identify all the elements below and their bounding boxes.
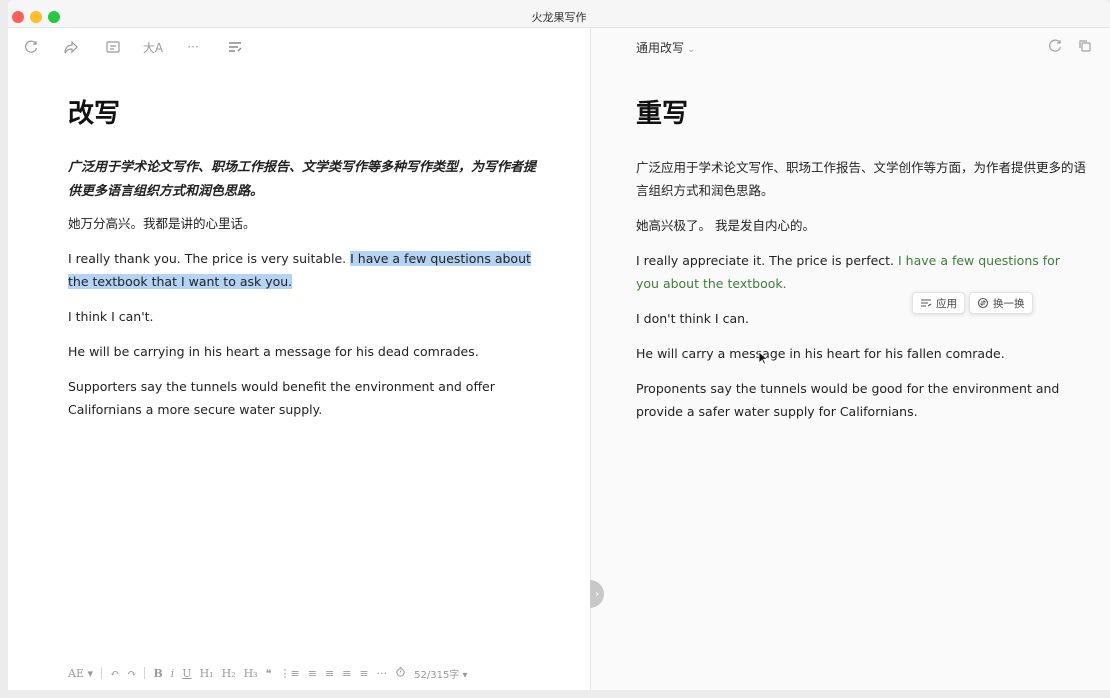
divider (101, 667, 102, 679)
swap-icon (977, 297, 989, 309)
rewrite-paragraph: I really appreciate it. The price is per… (636, 249, 1086, 295)
share-icon[interactable] (62, 38, 80, 56)
ordered-list-button[interactable]: ⋮≡ (280, 667, 300, 680)
rewrite-paragraph: 广泛应用于学术论文写作、职场工作报告、文学创作等方面，为作者提供更多的语言组织方… (636, 160, 1087, 198)
more-format-button[interactable]: ··· (377, 667, 388, 680)
paragraph[interactable]: 她万分高兴。我都是讲的心里话。 (68, 212, 538, 235)
paragraph-text[interactable]: I really thank you. The price is very su… (68, 251, 350, 266)
align-left-button[interactable]: ≡ (325, 667, 334, 680)
copy-icon[interactable] (1077, 38, 1095, 56)
paragraph[interactable]: I think I can't. (68, 305, 538, 328)
paragraph[interactable]: Supporters say the tunnels would benefit… (68, 375, 538, 421)
redo-button[interactable]: ↷ (127, 667, 136, 680)
rewrite-paragraph: 她高兴极了。 我是发自内心的。 (636, 218, 815, 233)
undo-button[interactable]: ↶ (110, 667, 119, 680)
align-right-button[interactable]: ≡ (359, 667, 368, 680)
chevron-right-icon: › (595, 588, 599, 600)
paragraph[interactable]: I really thank you. The price is very su… (68, 247, 538, 293)
rewrite-content: 重写 广泛应用于学术论文写作、职场工作报告、文学创作等方面，为作者提供更多的语言… (636, 93, 1086, 435)
divider (144, 667, 146, 679)
swap-label: 换一换 (993, 297, 1025, 310)
title-bar: 火龙果写作 (8, 0, 1110, 28)
quote-button[interactable]: ❝ (266, 667, 272, 680)
rewrite-paragraph: He will carry a message in his heart for… (636, 346, 1005, 361)
heading1-button[interactable]: H₁ (200, 667, 214, 680)
rewrite-text: I really appreciate it. The price is per… (636, 253, 899, 268)
mouse-cursor-icon (758, 351, 768, 365)
paragraph[interactable]: He will be carrying in his heart a messa… (68, 340, 538, 363)
italic-button[interactable]: i (171, 667, 175, 680)
mail-icon[interactable] (104, 38, 122, 56)
document-content[interactable]: 改写 广泛用于学术论文写作、职场工作报告、文学类写作等多种写作类型，为写作者提供… (68, 93, 538, 433)
format-toolbar: AE ▾ ↶ ↷ B i U H₁ H₂ H₃ ❝ ⋮≡ ≡ ≡ ≡ ≡ ···… (68, 664, 468, 682)
heading2-button[interactable]: H₂ (222, 667, 236, 680)
heading3-button[interactable]: H₃ (244, 667, 258, 680)
style-dropdown[interactable]: AE ▾ (68, 667, 93, 680)
suggestion-popup: 应用 换一换 (912, 292, 1033, 314)
document-subtitle[interactable]: 广泛用于学术论文写作、职场工作报告、文学类写作等多种写作类型，为写作者提供更多语… (68, 156, 538, 204)
refresh-icon[interactable] (22, 38, 40, 56)
font-size-icon[interactable]: 大A (142, 38, 164, 56)
unordered-list-button[interactable]: ≡ (308, 667, 317, 680)
rewrite-pane: 通用改写 ⌄ 重写 广泛应用于学术论文写作、职场工作报告、文学创作等方面，为作者提… (590, 28, 1110, 690)
apply-icon (921, 299, 932, 307)
format-icon[interactable] (226, 38, 244, 56)
rewrite-mode-label: 通用改写 (636, 41, 685, 55)
align-center-button[interactable]: ≡ (342, 667, 351, 680)
swap-button[interactable]: 换一换 (969, 292, 1033, 314)
rewrite-title: 重写 (636, 99, 689, 129)
timer-icon[interactable] (395, 666, 406, 680)
window-title: 火龙果写作 (531, 11, 587, 24)
apply-button[interactable]: 应用 (912, 292, 965, 314)
rewrite-mode-dropdown[interactable]: 通用改写 ⌄ (636, 39, 695, 56)
more-icon[interactable]: ··· (184, 38, 202, 56)
rewrite-paragraph: Proponents say the tunnels would be good… (636, 381, 1060, 419)
word-count[interactable]: 52/315字 ▾ (414, 666, 467, 681)
bold-button[interactable]: B (153, 667, 162, 680)
document-title[interactable]: 改写 (68, 93, 538, 130)
chevron-down-icon: ⌄ (687, 44, 696, 55)
underline-button[interactable]: U (182, 667, 191, 680)
regenerate-icon[interactable] (1047, 38, 1065, 56)
editor-pane: 大A ··· 改写 广泛用于学术论文写作、职场工作报告、文学类写作等多种写作类型… (8, 28, 590, 690)
app-window: 火龙果写作 大A ··· 改写 广泛用于学术论文写作、职场工作报告、文学类写作等… (8, 0, 1110, 690)
apply-label: 应用 (936, 297, 957, 310)
